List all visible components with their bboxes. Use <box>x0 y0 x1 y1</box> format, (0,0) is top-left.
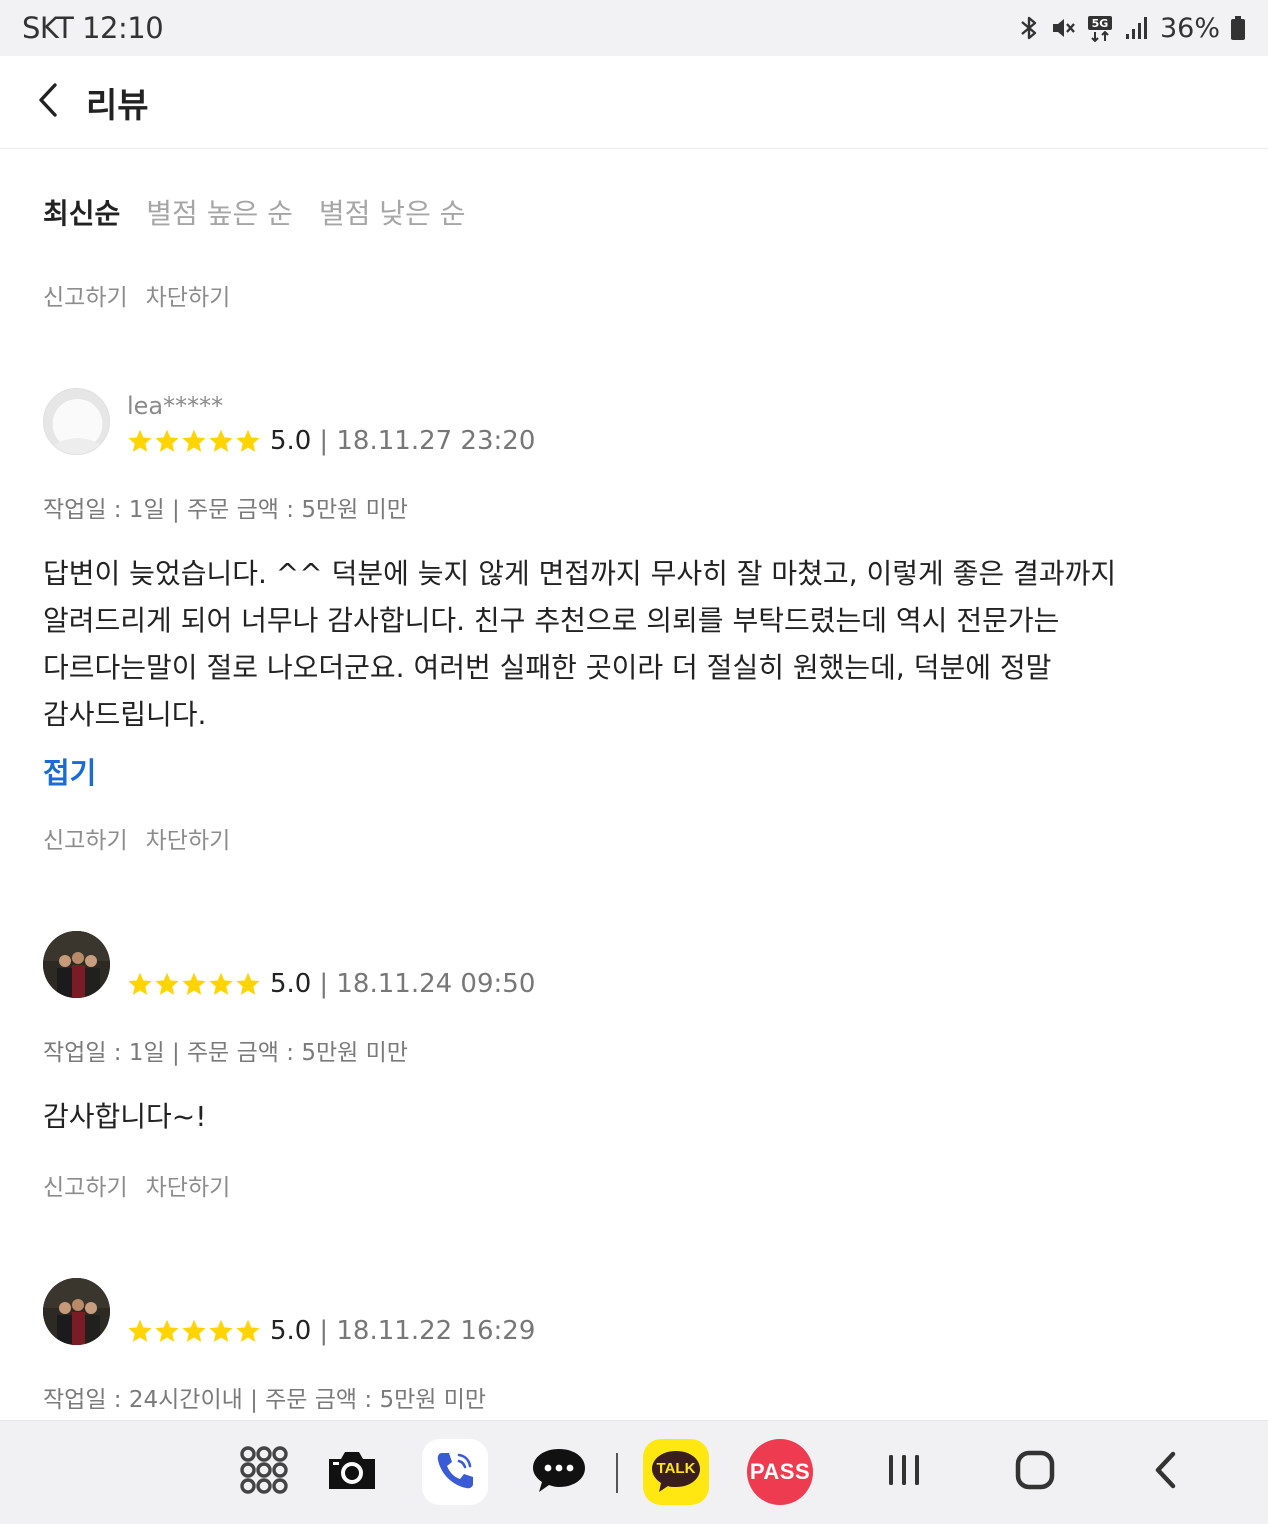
star-rating <box>127 1318 261 1344</box>
review-date: | 18.11.27 23:20 <box>319 426 536 456</box>
star-rating <box>127 428 261 454</box>
review-meta: 작업일 : 1일 | 주문 금액 : 5만원 미만 <box>43 497 408 523</box>
status-icons: 5G 36% <box>1018 13 1246 44</box>
reviewer-nickname: lea***** <box>127 392 224 420</box>
back-button[interactable] <box>26 80 70 124</box>
rating-line: 5.0 | 18.11.27 23:20 <box>127 426 535 456</box>
phone-icon <box>433 1448 477 1496</box>
messages-icon <box>531 1445 587 1499</box>
review-line: 감사드립니다. <box>43 698 207 731</box>
review-line: 알려드리게 되어 너무나 감사합니다. 친구 추천으로 의뢰를 부탁드렸는데 역… <box>43 604 1060 637</box>
battery-percent: 36% <box>1159 12 1220 44</box>
chevron-left-icon <box>36 82 60 122</box>
review-actions: 신고하기 차단하기 <box>43 1168 230 1202</box>
block-link[interactable]: 차단하기 <box>146 1168 231 1202</box>
star-icon <box>155 972 179 995</box>
star-icon <box>128 1319 152 1342</box>
nav-back-button[interactable] <box>1132 1439 1198 1505</box>
star-icon <box>128 972 152 995</box>
report-link[interactable]: 신고하기 <box>43 278 128 312</box>
rating-line: 5.0 | 18.11.22 16:29 <box>127 1316 535 1346</box>
star-icon <box>182 972 206 995</box>
review-line: 답변이 늦었습니다. ^^ 덕분에 늦지 않게 면접까지 무사히 잘 마쳤고, … <box>43 557 1117 590</box>
sort-tabs: 최신순 별점 높은 순 별점 낮은 순 <box>43 192 466 232</box>
avatar <box>43 1278 110 1345</box>
star-icon <box>236 429 260 452</box>
system-nav-bar: TALK PASS <box>0 1420 1268 1524</box>
star-icon <box>209 1319 233 1342</box>
battery-icon <box>1230 15 1246 41</box>
home-button[interactable] <box>1002 1439 1068 1505</box>
pass-icon: PASS <box>747 1439 813 1505</box>
mute-icon <box>1050 15 1076 41</box>
rating-line: 5.0 | 18.11.24 09:50 <box>127 969 535 999</box>
apps-grid-button[interactable] <box>231 1439 297 1505</box>
tab-rating-low[interactable]: 별점 낮은 순 <box>319 192 466 232</box>
phone-button[interactable] <box>422 1439 488 1505</box>
star-icon <box>236 1319 260 1342</box>
review-line: 다르다는말이 절로 나오더군요. 여러번 실패한 곳이라 더 절실히 원했는데,… <box>43 651 1052 684</box>
report-link[interactable]: 신고하기 <box>43 821 128 855</box>
review-meta: 작업일 : 1일 | 주문 금액 : 5만원 미만 <box>43 1040 408 1066</box>
apps-grid-icon <box>238 1444 290 1500</box>
star-icon <box>155 429 179 452</box>
divider <box>616 1453 618 1493</box>
review-body: 답변이 늦었습니다. ^^ 덕분에 늦지 않게 면접까지 무사히 잘 마쳤고, … <box>43 550 1203 738</box>
review-line: 감사합니다~! <box>43 1100 207 1133</box>
report-link[interactable]: 신고하기 <box>43 1168 128 1202</box>
recents-icon <box>886 1452 922 1492</box>
pass-button[interactable]: PASS <box>747 1439 813 1505</box>
top-actions: 신고하기 차단하기 <box>43 278 230 312</box>
rating-score: 5.0 <box>270 1316 312 1346</box>
rating-score: 5.0 <box>270 426 312 456</box>
star-icon <box>209 972 233 995</box>
status-bar: SKT 12:10 5G 36% <box>0 0 1268 56</box>
default-avatar <box>43 388 110 455</box>
rating-score: 5.0 <box>270 969 312 999</box>
review-body: 감사합니다~! <box>43 1093 1203 1140</box>
star-icon <box>182 429 206 452</box>
kakaotalk-icon: TALK <box>643 1439 709 1505</box>
carrier-time: SKT 12:10 <box>22 11 164 45</box>
recents-button[interactable] <box>871 1439 937 1505</box>
signal-icon <box>1124 15 1150 41</box>
back-icon <box>1150 1450 1180 1494</box>
camera-icon <box>325 1447 379 1497</box>
camera-button[interactable] <box>319 1439 385 1505</box>
tab-rating-high[interactable]: 별점 높은 순 <box>146 192 293 232</box>
messages-button[interactable] <box>526 1439 592 1505</box>
header: 리뷰 <box>0 56 1268 149</box>
tab-latest[interactable]: 최신순 <box>43 192 120 232</box>
review-date: | 18.11.24 09:50 <box>319 969 536 999</box>
fold-link[interactable]: 접기 <box>43 750 96 792</box>
block-link[interactable]: 차단하기 <box>146 821 231 855</box>
kakaotalk-label: TALK <box>656 1460 696 1477</box>
bluetooth-icon <box>1018 15 1040 41</box>
page-title: 리뷰 <box>86 86 149 126</box>
avatar <box>43 931 110 998</box>
star-icon <box>128 429 152 452</box>
star-icon <box>155 1319 179 1342</box>
star-icon <box>236 972 260 995</box>
review-date: | 18.11.22 16:29 <box>319 1316 536 1346</box>
block-link[interactable]: 차단하기 <box>146 278 231 312</box>
svg-text:5G: 5G <box>1092 17 1109 30</box>
star-icon <box>182 1319 206 1342</box>
star-rating <box>127 971 261 997</box>
home-icon <box>1015 1450 1055 1494</box>
kakaotalk-button[interactable]: TALK <box>643 1439 709 1505</box>
review-actions: 신고하기 차단하기 <box>43 821 230 855</box>
pass-label: PASS <box>749 1459 811 1484</box>
review-meta: 작업일 : 24시간이내 | 주문 금액 : 5만원 미만 <box>43 1387 487 1413</box>
5g-icon: 5G <box>1086 14 1114 42</box>
star-icon <box>209 429 233 452</box>
